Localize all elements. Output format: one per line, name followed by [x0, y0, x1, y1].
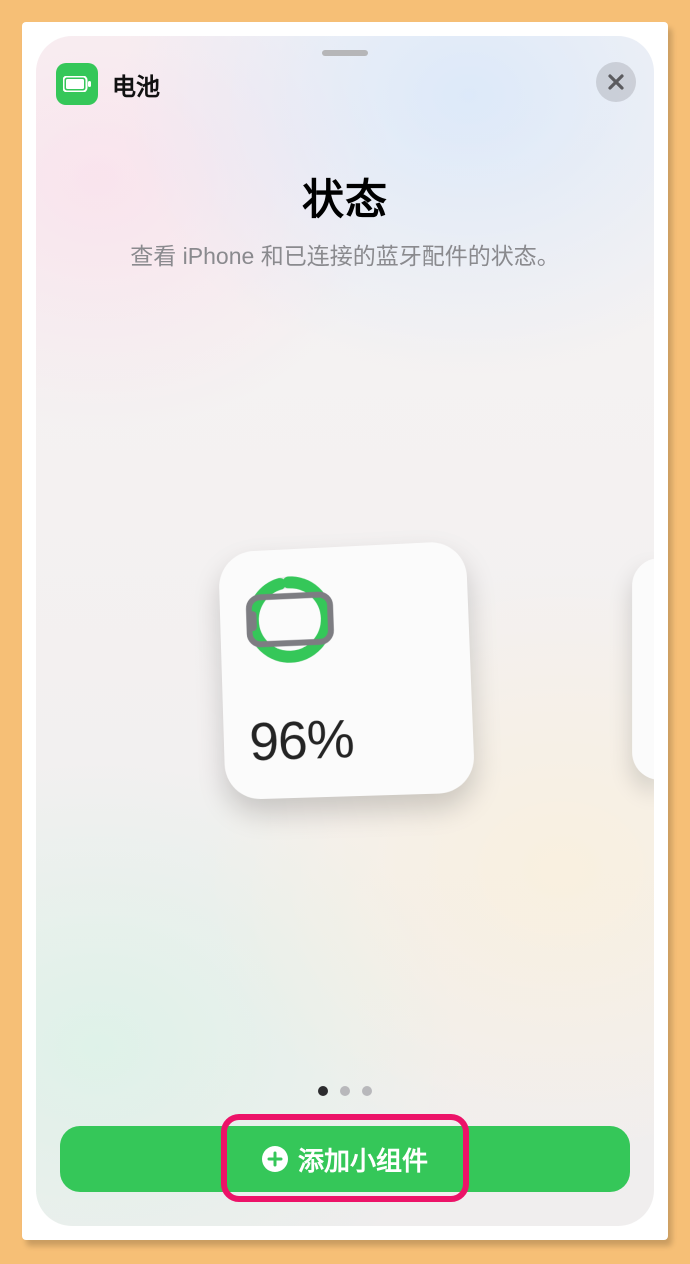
page-title: 状态: [36, 166, 654, 227]
title-block: 状态 查看 iPhone 和已连接的蓝牙配件的状态。: [36, 166, 654, 271]
page-subtitle: 查看 iPhone 和已连接的蓝牙配件的状态。: [36, 237, 654, 271]
page-dots[interactable]: [36, 1086, 654, 1096]
widget-picker-sheet: 电池 状态 查看 iPhone 和已连接的蓝牙配件的状态。: [36, 36, 654, 1226]
close-icon: [607, 73, 625, 91]
next-widget-preview[interactable]: [632, 558, 654, 780]
battery-percent-label: 96%: [248, 708, 354, 774]
outer-frame: 电池 状态 查看 iPhone 和已连接的蓝牙配件的状态。: [22, 22, 668, 1240]
page-dot[interactable]: [340, 1086, 350, 1096]
battery-widget-small: 96%: [218, 541, 475, 800]
add-widget-button[interactable]: 添加小组件: [60, 1126, 630, 1192]
add-widget-label: 添加小组件: [298, 1141, 428, 1178]
iphone-icon: [244, 573, 336, 666]
app-name-label: 电池: [112, 67, 160, 102]
page-dot[interactable]: [362, 1086, 372, 1096]
plus-circle-icon: [262, 1146, 288, 1172]
battery-app-icon: [56, 63, 98, 105]
header: 电池: [36, 56, 654, 112]
close-button[interactable]: [596, 62, 636, 102]
widget-carousel[interactable]: 96%: [220, 546, 470, 796]
page-dot[interactable]: [318, 1086, 328, 1096]
battery-ring: [244, 573, 336, 666]
